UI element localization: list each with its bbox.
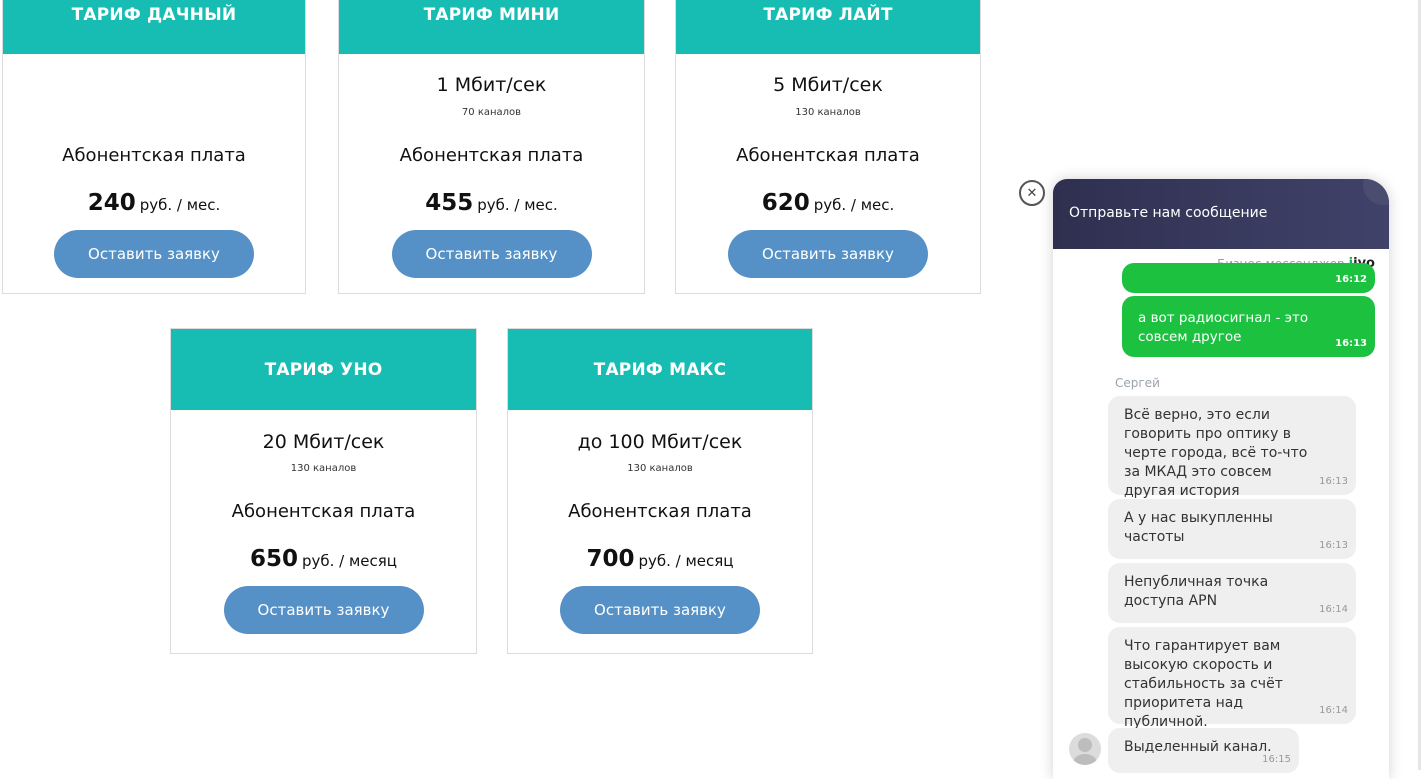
- incoming-message: Выделенный канал. 16:15: [1108, 728, 1299, 773]
- fee-label: Абонентская плата: [62, 145, 246, 166]
- price-amount: 700: [586, 546, 635, 572]
- channels: 130 каналов: [290, 463, 357, 474]
- tariff-card-lite: ТАРИФ ЛАЙТ 5 Мбит/сек 130 каналов Абонен…: [675, 0, 981, 294]
- speed: до 100 Мбит/сек: [577, 431, 743, 453]
- order-button[interactable]: Оставить заявку: [54, 230, 254, 278]
- message-text: Выделенный канал.: [1124, 739, 1272, 755]
- chat-close-button[interactable]: ✕: [1019, 180, 1045, 206]
- incoming-message: Непубличная точка доступа APN 16:14: [1108, 563, 1356, 623]
- message-time: 16:15: [1262, 754, 1291, 765]
- message-time: 16:13: [1319, 476, 1348, 487]
- incoming-message: А у нас выкупленны частоты 16:13: [1108, 499, 1356, 559]
- price-unit: руб. / мес.: [477, 196, 558, 214]
- price-amount: 620: [761, 190, 810, 216]
- price-unit: руб. / месяц: [638, 552, 734, 570]
- message-text: Что гарантирует вам высокую скорость и с…: [1124, 638, 1283, 730]
- price: 700 руб. / месяц: [508, 546, 812, 572]
- incoming-message: Что гарантирует вам высокую скорость и с…: [1108, 627, 1356, 730]
- message-text: А у нас выкупленны частоты: [1124, 510, 1273, 545]
- fee-label: Абонентская плата: [736, 145, 920, 166]
- order-button[interactable]: Оставить заявку: [728, 230, 928, 278]
- channels: 130 каналов: [627, 463, 693, 474]
- message-time: 16:12: [1335, 274, 1367, 285]
- tariff-title: ТАРИФ МАКС: [508, 329, 812, 410]
- fee-label: Абонентская плата: [231, 501, 416, 522]
- message-text: а вот радиосигнал - это совсем другое: [1138, 310, 1309, 345]
- tariff-card-max: ТАРИФ МАКС до 100 Мбит/сек 130 каналов А…: [507, 328, 813, 654]
- order-button[interactable]: Оставить заявку: [560, 586, 760, 634]
- speed: 1 Мбит/сек: [436, 74, 547, 96]
- message-text: Непубличная точка доступа APN: [1124, 574, 1269, 609]
- message-time: 16:14: [1319, 705, 1348, 716]
- chat-widget: Отправьте нам сообщение Бизнес-мессендже…: [1053, 179, 1389, 779]
- speed: 20 Мбит/сек: [262, 431, 385, 453]
- price-amount: 240: [87, 190, 136, 216]
- price: 240 руб. / мес.: [3, 190, 305, 216]
- order-button[interactable]: Оставить заявку: [391, 230, 592, 278]
- outgoing-message: а вот радиосигнал - это совсем другое 16…: [1122, 296, 1375, 357]
- price-amount: 650: [249, 546, 298, 572]
- message-time: 16:13: [1335, 338, 1367, 349]
- channels: 70 каналов: [461, 107, 522, 118]
- tariff-card-mini: ТАРИФ МИНИ 1 Мбит/сек 70 каналов Абонент…: [338, 0, 645, 294]
- tariff-title: ТАРИФ ЛАЙТ: [676, 0, 980, 54]
- channels: 130 каналов: [795, 107, 861, 118]
- price: 650 руб. / месяц: [171, 546, 476, 572]
- agent-avatar: [1069, 733, 1101, 765]
- chat-header: Отправьте нам сообщение: [1053, 179, 1389, 249]
- order-button[interactable]: Оставить заявку: [223, 586, 424, 634]
- incoming-message: Всё верно, это если говорить про оптику …: [1108, 396, 1356, 499]
- price: 620 руб. / мес.: [676, 190, 980, 216]
- tariff-title: ТАРИФ ДАЧНЫЙ: [3, 0, 305, 54]
- message-text: Всё верно, это если говорить про оптику …: [1124, 407, 1308, 499]
- price-unit: руб. / месяц: [301, 552, 398, 570]
- chat-header-title: Отправьте нам сообщение: [1069, 205, 1268, 221]
- chat-header-decoration: [1363, 179, 1389, 205]
- price: 455 руб. / мес.: [339, 190, 644, 216]
- tariff-title: ТАРИФ УНО: [171, 329, 476, 410]
- speed: 5 Мбит/сек: [773, 74, 883, 96]
- tariff-title: ТАРИФ МИНИ: [339, 0, 644, 54]
- fee-label: Абонентская плата: [568, 501, 752, 522]
- fee-label: Абонентская плата: [399, 145, 584, 166]
- tariff-card-uno: ТАРИФ УНО 20 Мбит/сек 130 каналов Абонен…: [170, 328, 477, 654]
- tariff-card-dachny: ТАРИФ ДАЧНЫЙ Абонентская плата 240 руб. /…: [2, 0, 306, 294]
- outgoing-message: 16:12: [1122, 263, 1375, 293]
- message-time: 16:13: [1319, 540, 1348, 551]
- close-icon: ✕: [1026, 185, 1038, 201]
- message-time: 16:14: [1319, 604, 1348, 615]
- price-amount: 455: [425, 190, 474, 216]
- price-unit: руб. / мес.: [139, 196, 221, 214]
- agent-name: Сергей: [1115, 376, 1160, 390]
- price-unit: руб. / мес.: [813, 196, 895, 214]
